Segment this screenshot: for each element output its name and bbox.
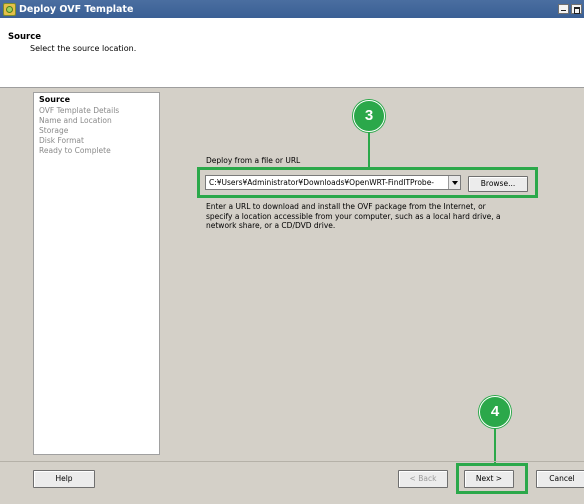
annotation-badge-3: 3 <box>353 100 385 132</box>
step-source[interactable]: Source <box>39 95 70 104</box>
description-line: specify a location accessible from your … <box>206 211 501 221</box>
maximize-icon[interactable] <box>571 4 582 14</box>
help-button[interactable]: Help <box>33 470 95 488</box>
window-titlebar: Deploy OVF Template <box>0 0 584 18</box>
step-ready-to-complete: Ready to Complete <box>39 146 111 155</box>
browse-button[interactable]: Browse... <box>468 176 528 192</box>
chevron-down-icon[interactable] <box>448 176 460 189</box>
minimize-icon[interactable] <box>558 4 569 14</box>
annotation-line-3 <box>368 132 370 168</box>
source-path-value: C:¥Users¥Administrator¥Downloads¥OpenWRT… <box>209 178 435 187</box>
window-title: Deploy OVF Template <box>19 3 134 15</box>
wizard-header: Source Select the source location. <box>0 18 584 88</box>
ovf-app-icon <box>3 2 16 16</box>
step-name-and-location: Name and Location <box>39 116 112 125</box>
step-disk-format: Disk Format <box>39 136 84 145</box>
cancel-button[interactable]: Cancel <box>536 470 584 488</box>
step-ovf-template-details: OVF Template Details <box>39 106 120 115</box>
description-line: network share, or a CD/DVD drive. <box>206 221 336 230</box>
next-button[interactable]: Next > <box>464 470 514 488</box>
description-line: Enter a URL to download and install the … <box>206 202 486 211</box>
deploy-source-label: Deploy from a file or URL <box>206 156 301 165</box>
wizard-steps-panel: Source OVF Template Details Name and Loc… <box>33 92 160 455</box>
back-button[interactable]: < Back <box>398 470 448 488</box>
step-storage: Storage <box>39 126 69 135</box>
source-path-combobox[interactable]: C:¥Users¥Administrator¥Downloads¥OpenWRT… <box>205 175 461 190</box>
footer-divider <box>0 461 584 462</box>
header-title: Source <box>8 32 42 42</box>
source-description: Enter a URL to download and install the … <box>206 202 526 231</box>
header-subtitle: Select the source location. <box>30 44 137 53</box>
annotation-line-4 <box>494 428 496 463</box>
annotation-badge-4: 4 <box>479 396 511 428</box>
